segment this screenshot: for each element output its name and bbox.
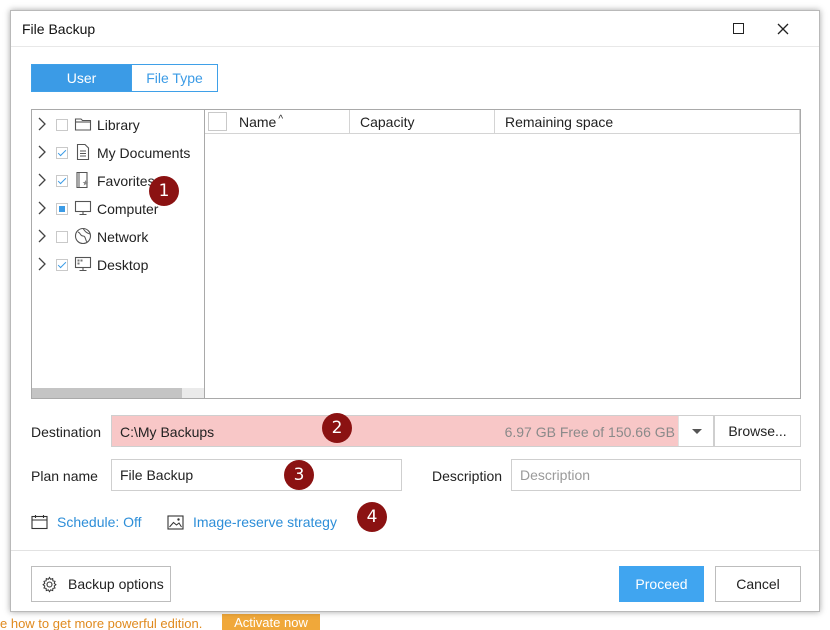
tree-item-library[interactable]: Library	[32, 111, 204, 139]
annotation-marker-2: 2	[322, 413, 352, 443]
chevron-right-icon[interactable]	[38, 229, 46, 243]
desktop-icon	[74, 256, 92, 272]
cancel-button[interactable]: Cancel	[715, 566, 801, 602]
tree-checkbox[interactable]	[56, 203, 68, 215]
title-bar: File Backup	[11, 11, 819, 47]
backup-options-label: Backup options	[68, 576, 164, 592]
chevron-right-icon[interactable]	[38, 145, 46, 159]
chevron-right-icon[interactable]	[38, 173, 46, 187]
tree-item-label: Library	[97, 117, 140, 133]
annotation-marker-1: 1	[149, 176, 179, 206]
sort-ascending-icon: ^	[278, 114, 284, 125]
plan-name-label: Plan name	[31, 468, 98, 484]
file-list: Name ^ Capacity Remaining space	[204, 109, 801, 399]
column-header-capacity[interactable]: Capacity	[350, 110, 495, 134]
column-name-label: Name	[239, 114, 277, 130]
backup-options-button[interactable]: Backup options	[31, 566, 171, 602]
column-header-name[interactable]: Name ^	[229, 110, 350, 134]
schedule-link-label: Schedule: Off	[57, 514, 142, 530]
annotation-marker-3: 3	[284, 460, 314, 490]
plan-name-input[interactable]: File Backup	[111, 459, 402, 491]
annotation-marker-4: 4	[357, 502, 387, 532]
tree-item-label: Network	[97, 229, 149, 245]
select-all-checkbox[interactable]	[208, 112, 227, 131]
tree-checkbox[interactable]	[56, 259, 68, 271]
description-input[interactable]: Description	[511, 459, 801, 491]
tree-item-label: Favorites	[97, 173, 155, 189]
folder-icon	[74, 118, 92, 131]
tree-item-network[interactable]: Network	[32, 223, 204, 251]
image-reserve-strategy-link[interactable]: Image-reserve strategy	[167, 511, 337, 533]
column-header-remaining-space[interactable]: Remaining space	[495, 110, 800, 134]
proceed-button[interactable]: Proceed	[619, 566, 704, 602]
close-button[interactable]	[767, 17, 797, 41]
source-tree: Library My Documents Favorites Computer …	[31, 109, 205, 399]
chevron-right-icon[interactable]	[38, 257, 46, 271]
tree-item-label: Desktop	[97, 257, 149, 273]
browse-button[interactable]: Browse...	[714, 415, 801, 447]
tree-checkbox[interactable]	[56, 119, 68, 131]
tree-checkbox[interactable]	[56, 231, 68, 243]
tree-item-computer[interactable]: Computer	[32, 195, 204, 223]
footer-divider	[11, 550, 819, 551]
maximize-icon	[733, 23, 744, 34]
network-icon	[74, 227, 92, 245]
chevron-right-icon[interactable]	[38, 201, 46, 215]
calendar-icon	[31, 515, 48, 530]
schedule-link[interactable]: Schedule: Off	[31, 511, 142, 533]
destination-dropdown-button[interactable]	[678, 416, 714, 446]
background-promo-strip: e how to get more powerful edition. Acti…	[0, 612, 830, 630]
computer-icon	[74, 200, 92, 216]
tree-item-label: Computer	[97, 201, 159, 217]
tree-horizontal-scrollbar[interactable]	[32, 388, 204, 398]
chevron-down-icon	[692, 429, 702, 434]
source-tabs: User Defined File Type	[31, 64, 218, 112]
destination-path: C:\My Backups	[120, 424, 215, 440]
tree-item-my-documents[interactable]: My Documents	[32, 139, 204, 167]
description-label: Description	[432, 468, 503, 484]
document-icon	[76, 143, 90, 161]
activate-now-button[interactable]: Activate now	[222, 614, 320, 630]
tree-checkbox[interactable]	[56, 175, 68, 187]
close-icon	[777, 23, 789, 35]
tree-item-desktop[interactable]: Desktop	[32, 251, 204, 279]
image-reserve-strategy-label: Image-reserve strategy	[193, 514, 337, 530]
destination-label: Destination	[31, 424, 102, 440]
destination-free-space: 6.97 GB Free of 150.66 GB	[504, 424, 675, 440]
chevron-right-icon[interactable]	[38, 117, 46, 131]
gear-icon	[42, 576, 57, 593]
tree-item-label: My Documents	[97, 145, 191, 161]
favorites-icon	[76, 171, 89, 189]
image-icon	[167, 514, 184, 530]
maximize-button[interactable]	[723, 17, 753, 41]
window-title: File Backup	[22, 21, 96, 37]
scrollbar-thumb[interactable]	[32, 388, 182, 398]
list-header: Name ^ Capacity Remaining space	[205, 110, 800, 134]
destination-field[interactable]: C:\My Backups 6.97 GB Free of 150.66 GB	[111, 415, 714, 447]
tab-file-type[interactable]: File Type	[132, 64, 218, 92]
promo-text: e how to get more powerful edition.	[0, 616, 203, 630]
tree-checkbox[interactable]	[56, 147, 68, 159]
file-backup-dialog: File Backup User Defined File Type Libra…	[10, 10, 820, 612]
tab-user-defined[interactable]: User Defined	[31, 64, 132, 112]
